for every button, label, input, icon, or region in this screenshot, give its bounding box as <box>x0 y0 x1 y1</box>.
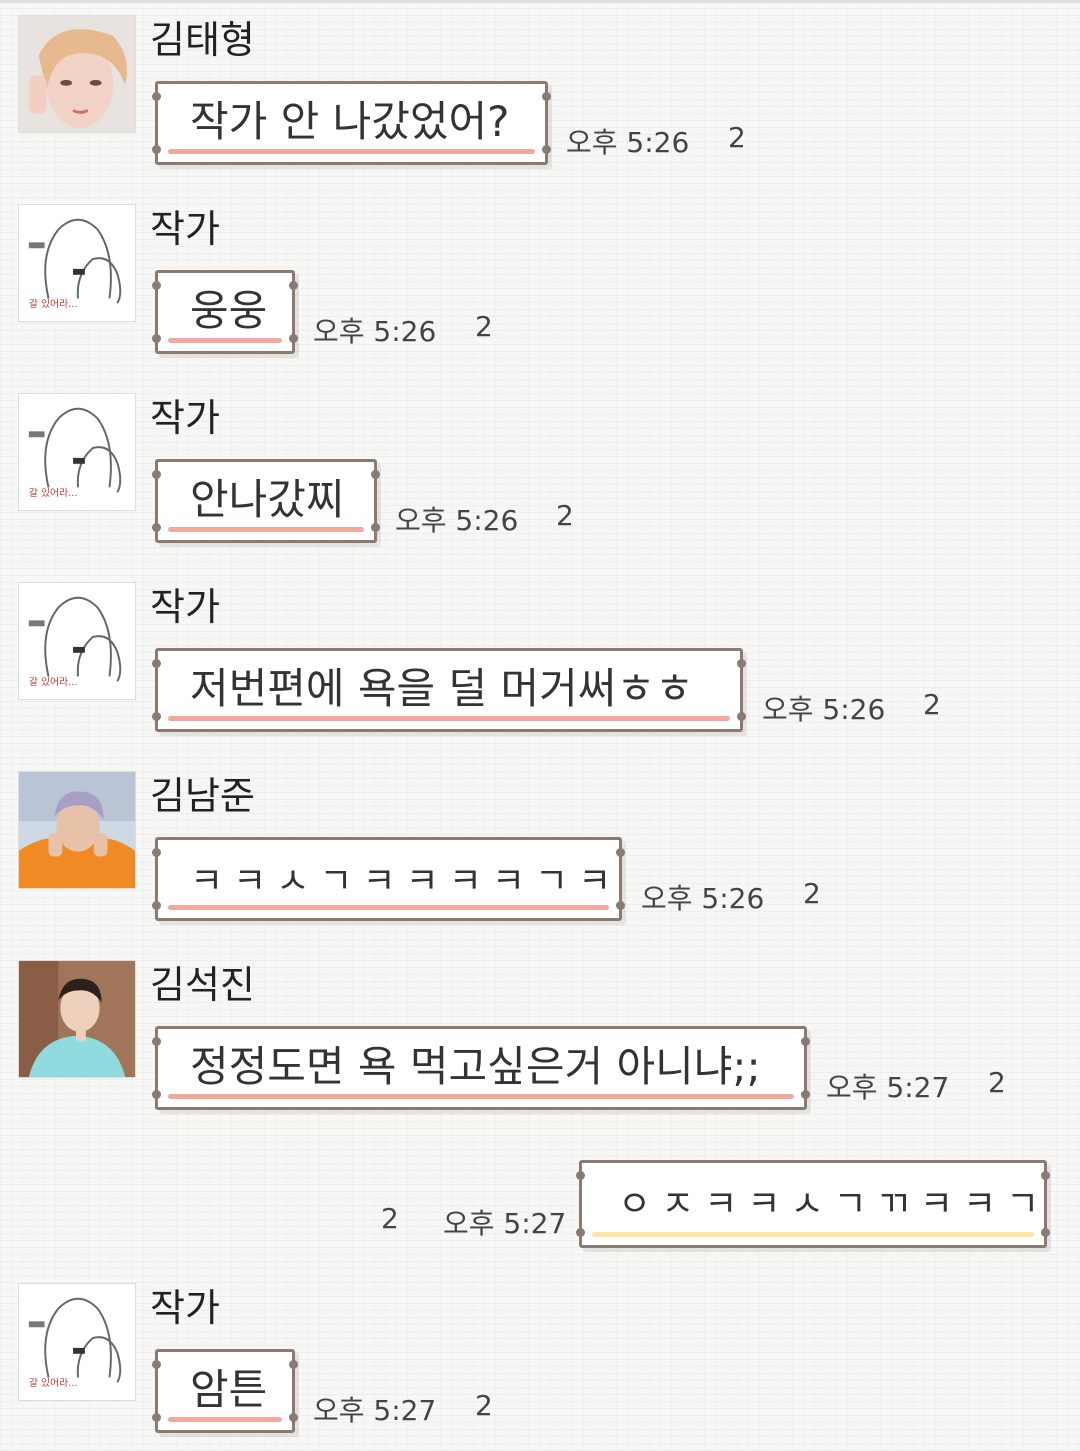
message-time: 오후 5:27 <box>443 1207 567 1240</box>
bubble-underline <box>592 1232 1034 1237</box>
avatar[interactable] <box>18 960 136 1078</box>
bubble-underline <box>168 905 609 910</box>
sender-name: 김석진 <box>150 963 255 1007</box>
bubble-underline <box>168 716 730 721</box>
message-text: 저번편에 욕을 덜 머거써ㅎㅎ <box>190 664 694 713</box>
message-time: 오후 5:26 <box>641 882 765 915</box>
avatar-caption: 갈 있어라... <box>29 297 78 310</box>
sender-name: 작가 <box>150 207 220 251</box>
avatar[interactable]: 갈 있어라... <box>18 582 136 700</box>
outgoing-message-bubble[interactable]: ㅇㅈㅋㅋㅅㄱㄲㅋㅋㄱ <box>576 1160 1050 1248</box>
message-time: 오후 5:27 <box>826 1071 950 1104</box>
avatar-caption: 갈 있어라... <box>29 1376 78 1389</box>
bubble-underline <box>168 149 535 154</box>
sender-name: 작가 <box>150 585 220 629</box>
message-text: ㅇㅈㅋㅋㅅㄱㄲㅋㅋㄱ <box>618 1184 1050 1225</box>
message-bubble[interactable]: 작가 안 나갔었어? <box>152 81 551 165</box>
unread-count: 2 <box>988 1066 1006 1099</box>
profile-photo-icon <box>19 961 135 1077</box>
avatar-caption: 갈 있어라... <box>29 675 78 688</box>
bubble-underline <box>168 338 282 343</box>
message-bubble[interactable]: 웅웅 <box>152 270 298 354</box>
avatar[interactable]: 갈 있어라... <box>18 393 136 511</box>
bubble-underline <box>168 1094 794 1099</box>
message-text: 웅웅 <box>190 286 268 335</box>
avatar-caption: 갈 있어라... <box>29 486 78 499</box>
message-bubble[interactable]: 정정도면 욕 먹고싶은거 아니냐;; <box>152 1026 810 1110</box>
profile-photo-icon <box>19 772 135 888</box>
bubble-underline <box>168 1417 282 1422</box>
message-bubble[interactable]: 안나갔찌 <box>152 459 380 543</box>
message-text: 안나갔찌 <box>190 475 345 524</box>
unread-count: 2 <box>556 499 574 532</box>
avatar[interactable]: 갈 있어라... <box>18 204 136 322</box>
avatar[interactable] <box>18 15 136 133</box>
sender-name: 작가 <box>150 1286 220 1330</box>
message-time: 오후 5:26 <box>762 693 886 726</box>
unread-count: 2 <box>475 1389 493 1422</box>
top-divider <box>0 0 1080 3</box>
unread-count: 2 <box>381 1202 399 1235</box>
unread-count: 2 <box>728 121 746 154</box>
message-text: 암튼 <box>190 1365 268 1414</box>
ghost-avatar-icon: 갈 있어라... <box>19 394 135 510</box>
ghost-avatar-icon: 갈 있어라... <box>19 205 135 321</box>
unread-count: 2 <box>475 310 493 343</box>
unread-count: 2 <box>803 877 821 910</box>
message-bubble[interactable]: 저번편에 욕을 덜 머거써ㅎㅎ <box>152 648 746 732</box>
message-time: 오후 5:26 <box>313 315 437 348</box>
message-time: 오후 5:26 <box>395 504 519 537</box>
message-bubble[interactable]: 암튼 <box>152 1349 298 1433</box>
unread-count: 2 <box>923 688 941 721</box>
bubble-underline <box>168 527 364 532</box>
sender-name: 작가 <box>150 396 220 440</box>
sender-name: 김태형 <box>150 18 255 62</box>
message-text: ㅋㅋㅅㄱㅋㅋㅋㅋㄱㅋ <box>190 861 622 902</box>
sender-name: 김남준 <box>150 774 255 818</box>
profile-photo-icon <box>19 16 135 132</box>
avatar[interactable] <box>18 771 136 889</box>
message-time: 오후 5:27 <box>313 1394 437 1427</box>
ghost-avatar-icon: 갈 있어라... <box>19 1284 135 1400</box>
ghost-avatar-icon: 갈 있어라... <box>19 583 135 699</box>
message-bubble[interactable]: ㅋㅋㅅㄱㅋㅋㅋㅋㄱㅋ <box>152 837 625 921</box>
message-time: 오후 5:26 <box>566 126 690 159</box>
avatar[interactable]: 갈 있어라... <box>18 1283 136 1401</box>
message-text: 정정도면 욕 먹고싶은거 아니냐;; <box>190 1042 761 1091</box>
message-text: 작가 안 나갔었어? <box>190 97 510 146</box>
